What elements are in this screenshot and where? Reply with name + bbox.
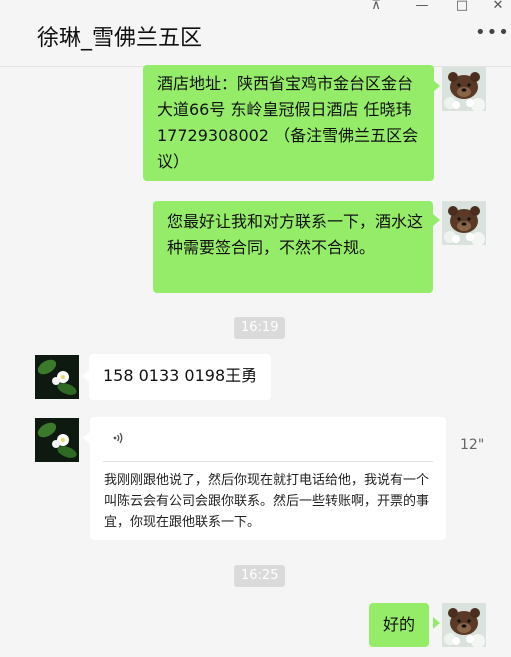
timestamp: 16:25 bbox=[234, 565, 286, 587]
bubble-tail bbox=[82, 370, 89, 382]
message-text: 您最好让我和对方联系一下，酒水这种需要签合同，不然不合规。 bbox=[167, 212, 424, 257]
bear-avatar[interactable] bbox=[442, 603, 486, 647]
minimize-button[interactable]: — bbox=[412, 0, 432, 15]
message-text: 158 0133 0198王勇 bbox=[103, 366, 258, 385]
message-bubble-me[interactable]: 好的 bbox=[369, 603, 430, 647]
sound-wave-icon bbox=[113, 432, 123, 444]
message-text: 好的 bbox=[383, 615, 416, 634]
voice-message[interactable]: 我刚刚跟他说了，然后你现在就打电话给他，我说有一个叫陈云会有公司会跟你联系。然后… bbox=[90, 417, 446, 540]
close-button[interactable]: ✕ bbox=[488, 0, 508, 15]
flower-avatar[interactable] bbox=[35, 418, 79, 462]
message-bubble-me[interactable]: 您最好让我和对方联系一下，酒水这种需要签合同，不然不合规。 bbox=[153, 201, 433, 293]
timestamp: 16:19 bbox=[234, 317, 286, 339]
message-bubble-other[interactable]: 158 0133 0198王勇 bbox=[89, 354, 272, 400]
maximize-button[interactable]: □ bbox=[452, 0, 472, 15]
bubble-tail bbox=[83, 432, 90, 444]
bear-avatar[interactable] bbox=[442, 67, 486, 111]
message-text: 酒店地址：陕西省宝鸡市金台区金台大道66号 东岭皇冠假日酒店 任晓玮177293… bbox=[157, 74, 419, 171]
bear-avatar[interactable] bbox=[442, 201, 486, 245]
voice-duration: 12" bbox=[460, 437, 485, 453]
pin-icon[interactable]: ⊼ bbox=[366, 0, 386, 15]
chat-header: 徐琳_雪佛兰五区 ⊼ — □ ✕ ••• bbox=[0, 0, 511, 67]
voice-transcript: 我刚刚跟他说了，然后你现在就打电话给他，我说有一个叫陈云会有公司会跟你联系。然后… bbox=[104, 473, 430, 530]
divider bbox=[103, 461, 433, 462]
chat-title: 徐琳_雪佛兰五区 bbox=[37, 26, 203, 51]
message-bubble-me[interactable]: 酒店地址：陕西省宝鸡市金台区金台大道66号 东岭皇冠假日酒店 任晓玮177293… bbox=[143, 65, 434, 181]
bubble-tail bbox=[433, 80, 440, 92]
bubble-tail bbox=[433, 617, 440, 629]
flower-avatar[interactable] bbox=[35, 355, 79, 399]
more-options-button[interactable]: ••• bbox=[475, 24, 509, 42]
bubble-tail bbox=[433, 214, 440, 226]
